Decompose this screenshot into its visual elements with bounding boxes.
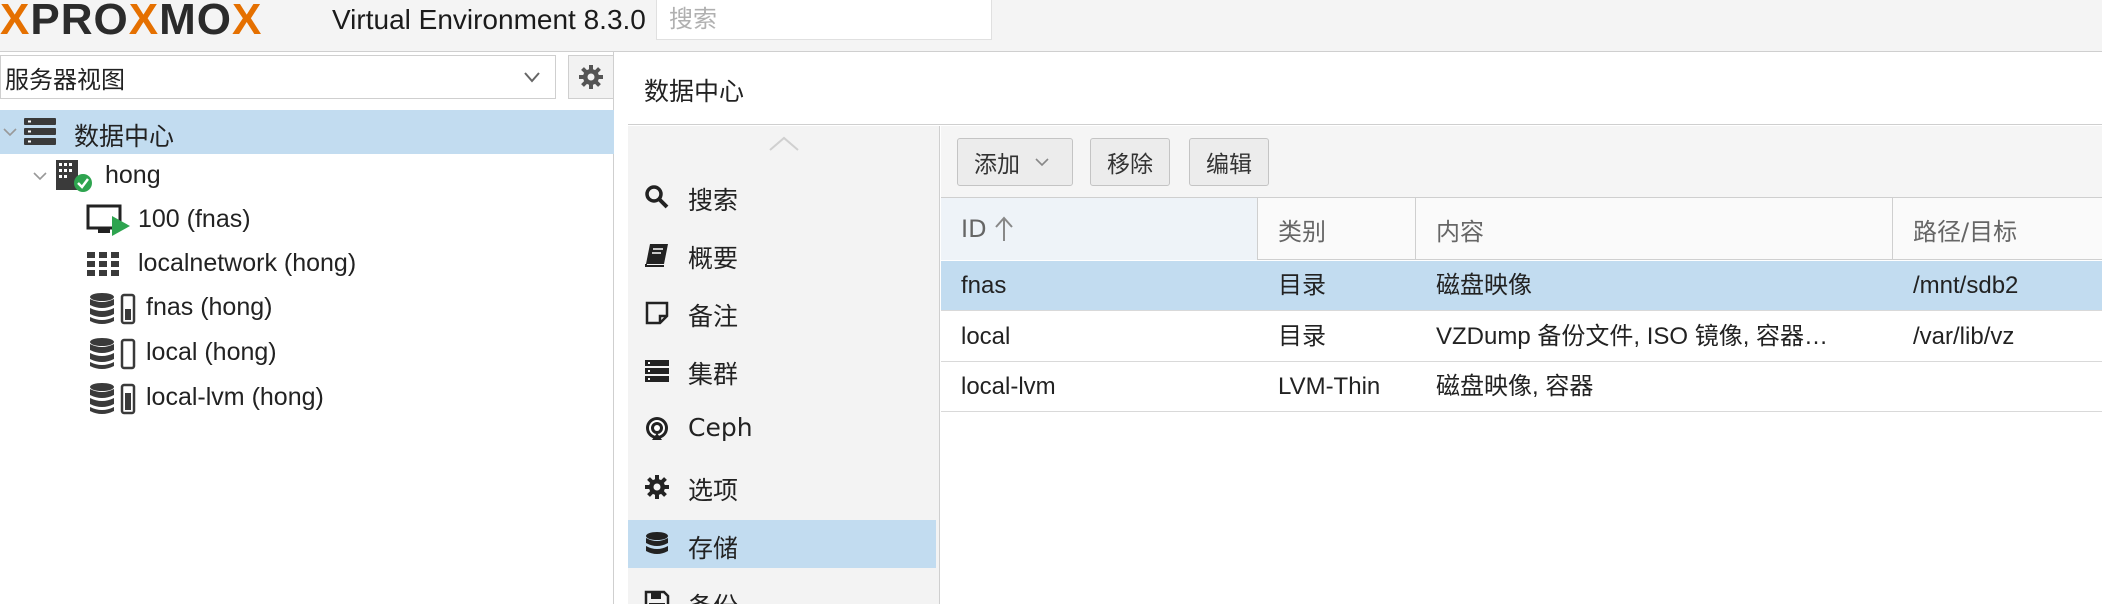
nav-item-options[interactable]: 选项 xyxy=(628,462,936,510)
table-row[interactable]: local-lvm LVM-Thin 磁盘映像, 容器 xyxy=(941,362,2102,412)
tree-item-vm-100[interactable]: 100 (fnas) xyxy=(0,198,614,242)
datacenter-nav: 搜索 概要 备注 集群 Ceph 选项 存储 备份 xyxy=(628,126,940,604)
nav-item-label: 备份 xyxy=(688,587,738,604)
tree-item-label: local-lvm (hong) xyxy=(146,383,324,411)
gear-icon xyxy=(579,65,603,89)
cell-content: 磁盘映像 xyxy=(1436,272,1532,299)
resource-tree-panel: 服务器视图 数据中心 hong 100 (fnas) localnetwork … xyxy=(0,52,614,604)
floppy-icon xyxy=(644,590,670,604)
gear-icon xyxy=(644,474,670,500)
tree-item-localnetwork[interactable]: localnetwork (hong) xyxy=(0,242,614,286)
table-row[interactable]: fnas 目录 磁盘映像 /mnt/sdb2 xyxy=(941,261,2102,311)
nav-item-ceph[interactable]: Ceph xyxy=(628,404,936,452)
chevron-down-icon[interactable] xyxy=(2,124,18,140)
cell-id: fnas xyxy=(961,272,1007,299)
cell-id: local-lvm xyxy=(961,373,1056,400)
edit-button[interactable]: 编辑 xyxy=(1189,138,1269,186)
page-title: 数据中心 xyxy=(644,77,745,106)
tree-item-storage-local[interactable]: local (hong) xyxy=(0,331,614,375)
node-online-icon xyxy=(54,158,94,194)
cell-path: /mnt/sdb2 xyxy=(1913,272,2019,299)
tree-item-label: 数据中心 xyxy=(74,123,175,151)
cell-path: /var/lib/vz xyxy=(1913,323,2015,350)
add-button-label: 添加 xyxy=(974,152,1020,178)
chevron-down-icon xyxy=(1035,158,1049,167)
storage-toolbar: 添加 移除 编辑 xyxy=(941,126,2102,198)
tree-item-node-hong[interactable]: hong xyxy=(0,154,614,198)
sort-ascending-icon xyxy=(994,216,1013,241)
nav-item-label: 选项 xyxy=(688,476,739,505)
column-header-label: ID xyxy=(961,215,987,243)
tree-item-label: localnetwork (hong) xyxy=(138,249,357,277)
cell-id: local xyxy=(961,323,1011,350)
cluster-icon xyxy=(644,358,670,384)
version-label: Virtual Environment 8.3.0 xyxy=(332,4,646,35)
nav-item-label: 存储 xyxy=(688,534,739,563)
column-header-label: 内容 xyxy=(1436,217,1484,246)
tree-item-label: 100 (fnas) xyxy=(138,205,251,233)
top-header: X PRO X MO X Virtual Environment 8.3.0 xyxy=(0,0,2102,52)
column-header-label: 路径/目标 xyxy=(1913,217,2018,246)
nav-item-label: 集群 xyxy=(688,360,739,389)
note-icon xyxy=(644,300,670,326)
tree-item-storage-fnas[interactable]: fnas (hong) xyxy=(0,286,614,330)
tree-settings-button[interactable] xyxy=(568,55,614,99)
vm-running-icon xyxy=(86,202,132,238)
column-header-label: 类别 xyxy=(1278,217,1326,246)
remove-button-label: 移除 xyxy=(1107,152,1153,178)
proxmox-logo[interactable]: X PRO X MO X xyxy=(0,0,263,44)
storage-icon xyxy=(88,381,140,417)
add-button[interactable]: 添加 xyxy=(957,138,1073,186)
database-icon xyxy=(644,532,670,558)
column-header-id[interactable]: ID xyxy=(941,198,1258,260)
datacenter-icon xyxy=(22,116,58,148)
storage-grid: ID 类别 内容 路径/目标 fnas 目录 磁盘映像 /mnt/sdb2 lo… xyxy=(941,198,2102,604)
view-selector[interactable]: 服务器视图 xyxy=(0,55,556,99)
network-grid-icon xyxy=(86,250,120,278)
nav-item-label: 备注 xyxy=(688,302,739,331)
cell-type: LVM-Thin xyxy=(1278,373,1381,400)
cell-type: 目录 xyxy=(1278,272,1326,299)
chevron-down-icon[interactable] xyxy=(32,168,48,184)
nav-item-label: Ceph xyxy=(688,413,753,442)
cell-path xyxy=(1893,362,2102,412)
table-row[interactable]: local 目录 VZDump 备份文件, ISO 镜像, 容器… /var/l… xyxy=(941,312,2102,362)
ceph-icon xyxy=(644,416,670,442)
nav-item-storage[interactable]: 存储 xyxy=(628,520,936,568)
content-header: 数据中心 xyxy=(628,52,2102,125)
nav-item-label: 概要 xyxy=(688,244,739,273)
global-search-input[interactable] xyxy=(656,0,992,40)
column-header-path[interactable]: 路径/目标 xyxy=(1893,198,2102,260)
nav-item-label: 搜索 xyxy=(688,186,739,215)
tree-item-storage-local-lvm[interactable]: local-lvm (hong) xyxy=(0,376,614,420)
book-icon xyxy=(644,242,670,268)
cell-content: 磁盘映像, 容器 xyxy=(1436,373,1594,400)
tree-item-label: local (hong) xyxy=(146,338,277,366)
nav-item-summary[interactable]: 概要 xyxy=(628,230,936,278)
tree-item-label: hong xyxy=(105,161,161,189)
chevron-up-icon[interactable] xyxy=(766,132,802,156)
column-header-type[interactable]: 类别 xyxy=(1258,198,1416,260)
nav-item-backup[interactable]: 备份 xyxy=(628,578,936,604)
storage-icon xyxy=(88,336,140,372)
nav-item-search[interactable]: 搜索 xyxy=(628,172,936,220)
view-selector-value: 服务器视图 xyxy=(5,65,125,94)
tree-item-datacenter[interactable]: 数据中心 xyxy=(0,110,614,154)
nav-item-notes[interactable]: 备注 xyxy=(628,288,936,336)
logo-wordmark: X PRO X MO X xyxy=(0,0,263,44)
storage-icon xyxy=(88,291,140,327)
cell-type: 目录 xyxy=(1278,323,1326,350)
column-header-content[interactable]: 内容 xyxy=(1416,198,1893,260)
cell-content: VZDump 备份文件, ISO 镜像, 容器… xyxy=(1436,323,1829,350)
nav-item-cluster[interactable]: 集群 xyxy=(628,346,936,394)
chevron-down-icon xyxy=(524,72,540,83)
search-icon xyxy=(644,184,670,210)
tree-item-label: fnas (hong) xyxy=(146,293,273,321)
remove-button[interactable]: 移除 xyxy=(1090,138,1170,186)
edit-button-label: 编辑 xyxy=(1206,152,1252,178)
grid-header: ID 类别 内容 路径/目标 xyxy=(941,198,2102,260)
